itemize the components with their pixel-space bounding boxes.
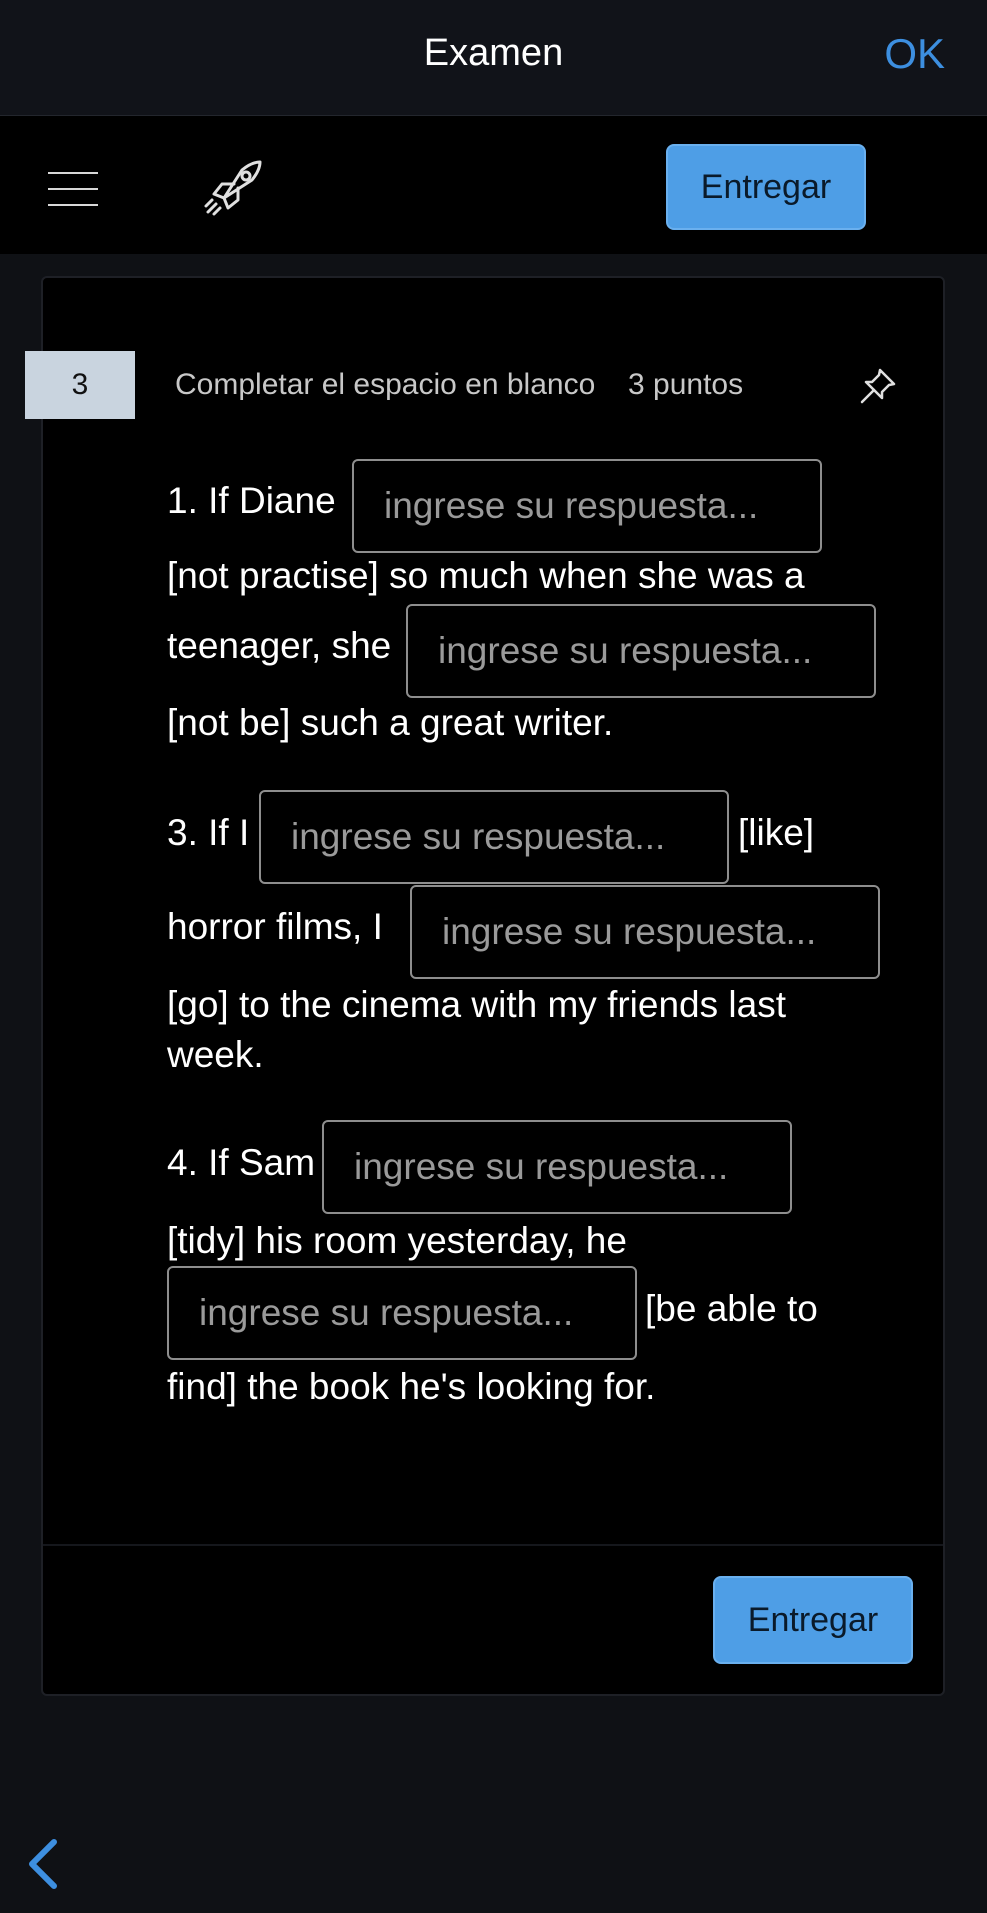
question-number: 3 xyxy=(25,351,135,419)
sentence-4-mid: [tidy] his room yesterday, he xyxy=(167,1220,627,1261)
answer-placeholder-3: ingrese su respuesta... xyxy=(291,816,666,857)
sentence-1-start: 1. If Diane xyxy=(167,480,336,521)
answer-input-2[interactable]: ingrese su respuesta... xyxy=(406,604,876,698)
card-divider xyxy=(43,1544,943,1546)
answer-input-5[interactable]: ingrese su respuesta... xyxy=(322,1120,792,1214)
page-title: Examen xyxy=(423,32,564,74)
sentence-1-cont: teenager, she xyxy=(167,625,392,666)
rocket-icon[interactable] xyxy=(202,156,266,220)
answer-input-4[interactable]: ingrese su respuesta... xyxy=(410,885,880,979)
sentence-3-mid: [go] to the cinema with my friends last xyxy=(167,984,786,1025)
submit-button-bottom[interactable]: Entregar xyxy=(713,1576,913,1664)
answer-input-3[interactable]: ingrese su respuesta... xyxy=(259,790,729,884)
question-type: Completar el espacio en blanco xyxy=(175,368,596,401)
sentence-1-end: [not be] such a great writer. xyxy=(167,702,614,743)
answer-placeholder-4: ingrese su respuesta... xyxy=(442,911,817,952)
sentence-1-mid: [not practise] so much when she was a xyxy=(167,555,805,596)
sentence-3-verb: [like] xyxy=(738,812,815,853)
answer-input-1[interactable]: ingrese su respuesta... xyxy=(352,459,822,553)
answer-placeholder-5: ingrese su respuesta... xyxy=(354,1146,729,1187)
title-bar: Examen OK xyxy=(0,0,987,116)
answer-placeholder-6: ingrese su respuesta... xyxy=(199,1292,574,1333)
sentence-4-verb: [be able to xyxy=(645,1288,818,1329)
pin-icon[interactable] xyxy=(858,366,898,406)
ok-button[interactable]: OK xyxy=(884,30,945,78)
answer-placeholder-2: ingrese su respuesta... xyxy=(438,630,813,671)
sentence-3-end: week. xyxy=(167,1034,264,1075)
question-points: 3 puntos xyxy=(628,368,744,401)
answer-input-6[interactable]: ingrese su respuesta... xyxy=(167,1266,637,1360)
sentence-3-cont: horror films, I xyxy=(167,906,383,947)
sentence-3-start: 3. If I xyxy=(167,812,250,853)
submit-button-top[interactable]: Entregar xyxy=(666,144,866,230)
toolbar: Entregar xyxy=(0,116,987,254)
sentence-4-start: 4. If Sam xyxy=(167,1142,316,1183)
hamburger-menu-icon[interactable] xyxy=(48,172,98,206)
chevron-left-icon[interactable] xyxy=(22,1836,62,1892)
answer-placeholder-1: ingrese su respuesta... xyxy=(384,485,759,526)
sentence-4-end: find] the book he's looking for. xyxy=(167,1366,656,1407)
